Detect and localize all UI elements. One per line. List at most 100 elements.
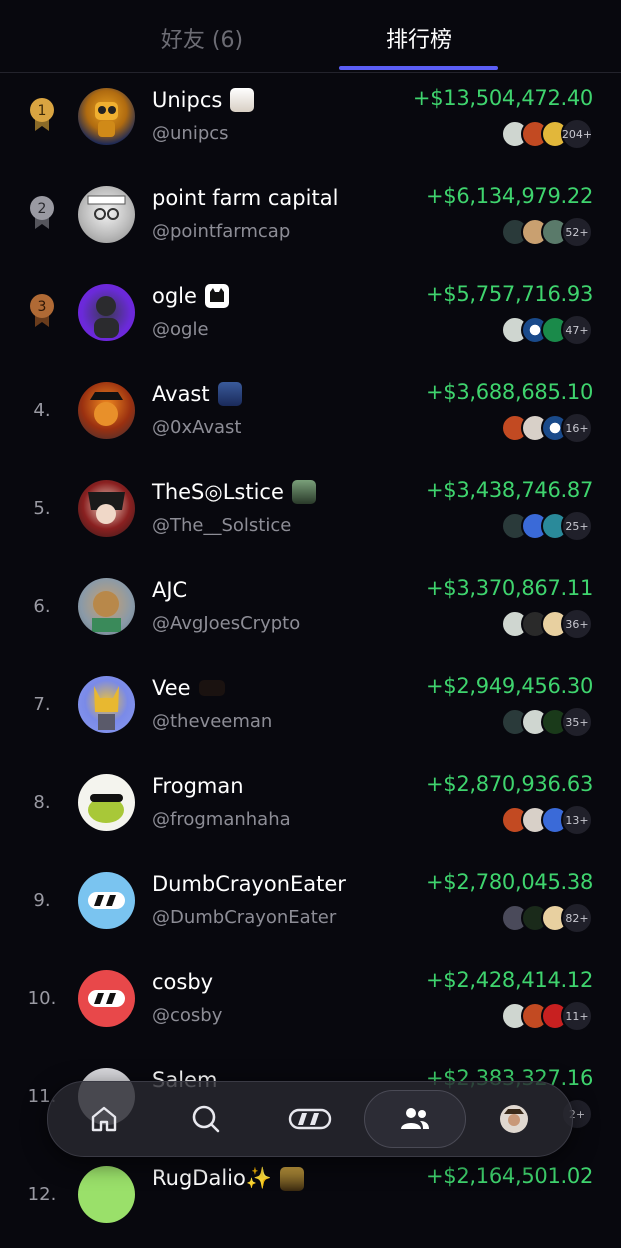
nav-search[interactable] bbox=[166, 1090, 246, 1148]
nav-profile[interactable] bbox=[474, 1090, 554, 1148]
token-stack[interactable]: 16+ bbox=[501, 412, 593, 444]
pnl-amount: +$3,438,746.87 bbox=[425, 478, 593, 502]
user-name[interactable]: TheS◎Lstice bbox=[152, 480, 284, 504]
people-icon bbox=[401, 1108, 429, 1129]
blue-logo-avatar[interactable] bbox=[78, 872, 135, 929]
token-stack[interactable]: 13+ bbox=[501, 804, 593, 836]
leaderboard-row[interactable]: 12. RugDalio✨ +$2,164,501.02 bbox=[0, 1150, 621, 1248]
rank-number: 4. bbox=[33, 400, 51, 421]
tab-friends[interactable]: 好友 (6) bbox=[150, 22, 254, 54]
token-stack[interactable]: 52+ bbox=[501, 216, 593, 248]
svg-text:3: 3 bbox=[38, 299, 47, 315]
name-emoji-icon bbox=[291, 480, 316, 504]
pnl-amount: +$5,757,716.93 bbox=[425, 282, 593, 306]
user-handle: @frogmanhaha bbox=[152, 809, 291, 830]
user-handle: @unipcs bbox=[152, 123, 229, 144]
nav-home[interactable] bbox=[64, 1090, 144, 1148]
token-stack[interactable]: 82+ bbox=[501, 902, 593, 934]
token-count-badge: 47+ bbox=[561, 314, 593, 346]
pump-logo-icon bbox=[288, 1108, 332, 1130]
user-name[interactable]: AJC bbox=[152, 578, 187, 602]
user-handle: @cosby bbox=[152, 1005, 223, 1026]
leaderboard-row[interactable]: 3 ogle @ogle +$5,757,716.93 47+ bbox=[0, 268, 621, 366]
token-stack[interactable]: 204+ bbox=[501, 118, 593, 150]
bronze-medal-icon: 3 bbox=[30, 294, 54, 327]
rank-number: 12. bbox=[27, 1184, 57, 1205]
token-count-badge: 13+ bbox=[561, 804, 593, 836]
pnl-amount: +$2,780,045.38 bbox=[425, 870, 593, 894]
user-name[interactable]: Vee bbox=[152, 676, 191, 700]
svg-text:2: 2 bbox=[38, 201, 47, 217]
pnl-amount: +$3,370,867.11 bbox=[425, 576, 593, 600]
token-stack[interactable]: 25+ bbox=[501, 510, 593, 542]
leaderboard-row[interactable]: 4. Avast @0xAvast +$3,688,685.10 16+ bbox=[0, 366, 621, 464]
monkey-avatar[interactable] bbox=[78, 578, 135, 635]
leaderboard-row[interactable]: 8. Frogman @frogmanhaha +$2,870,936.63 1… bbox=[0, 758, 621, 856]
purple-figure-avatar[interactable] bbox=[78, 284, 135, 341]
name-emoji-icon bbox=[198, 680, 225, 696]
cat-emoji-icon bbox=[204, 284, 229, 308]
token-count-badge: 11+ bbox=[561, 1000, 593, 1032]
pnl-amount: +$2,164,501.02 bbox=[425, 1164, 593, 1188]
token-count-badge: 52+ bbox=[561, 216, 593, 248]
tab-leaderboard[interactable]: 排行榜 bbox=[340, 22, 498, 54]
red-logo-avatar[interactable] bbox=[78, 970, 135, 1027]
user-handle: @theveeman bbox=[152, 711, 273, 732]
frog-avatar[interactable] bbox=[78, 774, 135, 831]
user-name[interactable]: point farm capital bbox=[152, 186, 338, 210]
leaderboard-row[interactable]: 5. TheS◎Lstice @The__Solstice +$3,438,74… bbox=[0, 464, 621, 562]
pirate-avatar[interactable] bbox=[78, 382, 135, 439]
leaderboard-row[interactable]: 7. Vee @theveeman +$2,949,456.30 35+ bbox=[0, 660, 621, 758]
token-stack[interactable]: 36+ bbox=[501, 608, 593, 640]
user-name[interactable]: DumbCrayonEater bbox=[152, 872, 346, 896]
leaderboard-row[interactable]: 6. AJC @AvgJoesCrypto +$3,370,867.11 36+ bbox=[0, 562, 621, 660]
pnl-amount: +$2,428,414.12 bbox=[425, 968, 593, 992]
rank-number: 10. bbox=[27, 988, 57, 1009]
token-count-badge: 16+ bbox=[561, 412, 593, 444]
leaderboard-row[interactable]: 2 point farm capital @pointfarmcap +$6,1… bbox=[0, 170, 621, 268]
user-name[interactable]: RugDalio✨ bbox=[152, 1166, 272, 1191]
nav-pump[interactable] bbox=[270, 1090, 350, 1148]
robot-avatar[interactable] bbox=[78, 88, 135, 145]
svg-text:1: 1 bbox=[38, 103, 47, 119]
token-count-badge: 35+ bbox=[561, 706, 593, 738]
user-name[interactable]: Avast bbox=[152, 382, 210, 406]
partial-avatar[interactable] bbox=[78, 1166, 135, 1223]
leaderboard-row[interactable]: 10. cosby @cosby +$2,428,414.12 11+ bbox=[0, 954, 621, 1052]
leaderboard-row[interactable]: 1 Unipcs @unipcs +$13,504,472.40 204+ bbox=[0, 72, 621, 170]
rank-number: 5. bbox=[33, 498, 51, 519]
user-handle: @pointfarmcap bbox=[152, 221, 291, 242]
pnl-amount: +$6,134,979.22 bbox=[425, 184, 593, 208]
sketch-portrait-avatar[interactable] bbox=[78, 186, 135, 243]
rank-number: 6. bbox=[33, 596, 51, 617]
fox-avatar[interactable] bbox=[78, 676, 135, 733]
rank-number: 8. bbox=[33, 792, 51, 813]
search-icon bbox=[192, 1105, 220, 1133]
nav-social[interactable] bbox=[364, 1090, 466, 1148]
name-emoji-icon bbox=[230, 88, 255, 112]
pnl-amount: +$2,949,456.30 bbox=[425, 674, 593, 698]
rank-number: 7. bbox=[33, 694, 51, 715]
name-emoji-icon bbox=[217, 382, 242, 406]
gold-medal-icon: 1 bbox=[30, 98, 54, 131]
user-name[interactable]: Frogman bbox=[152, 774, 244, 798]
token-count-badge: 36+ bbox=[561, 608, 593, 640]
bottom-nav-dock bbox=[47, 1081, 573, 1157]
user-handle: @The__Solstice bbox=[152, 515, 292, 536]
user-handle: @AvgJoesCrypto bbox=[152, 613, 301, 634]
token-count-badge: 25+ bbox=[561, 510, 593, 542]
token-count-badge: 82+ bbox=[561, 902, 593, 934]
pnl-amount: +$2,870,936.63 bbox=[425, 772, 593, 796]
token-stack[interactable]: 35+ bbox=[501, 706, 593, 738]
user-handle: @DumbCrayonEater bbox=[152, 907, 337, 928]
anime-avatar[interactable] bbox=[78, 480, 135, 537]
user-name[interactable]: ogle bbox=[152, 284, 197, 308]
name-emoji-icon bbox=[280, 1166, 304, 1191]
user-name[interactable]: cosby bbox=[152, 970, 213, 994]
token-stack[interactable]: 11+ bbox=[501, 1000, 593, 1032]
token-stack[interactable]: 47+ bbox=[501, 314, 593, 346]
leaderboard-row[interactable]: 9. DumbCrayonEater @DumbCrayonEater +$2,… bbox=[0, 856, 621, 954]
tab-bar: 好友 (6) 排行榜 bbox=[0, 0, 621, 73]
pnl-amount: +$13,504,472.40 bbox=[412, 86, 593, 110]
user-name[interactable]: Unipcs bbox=[152, 88, 222, 112]
